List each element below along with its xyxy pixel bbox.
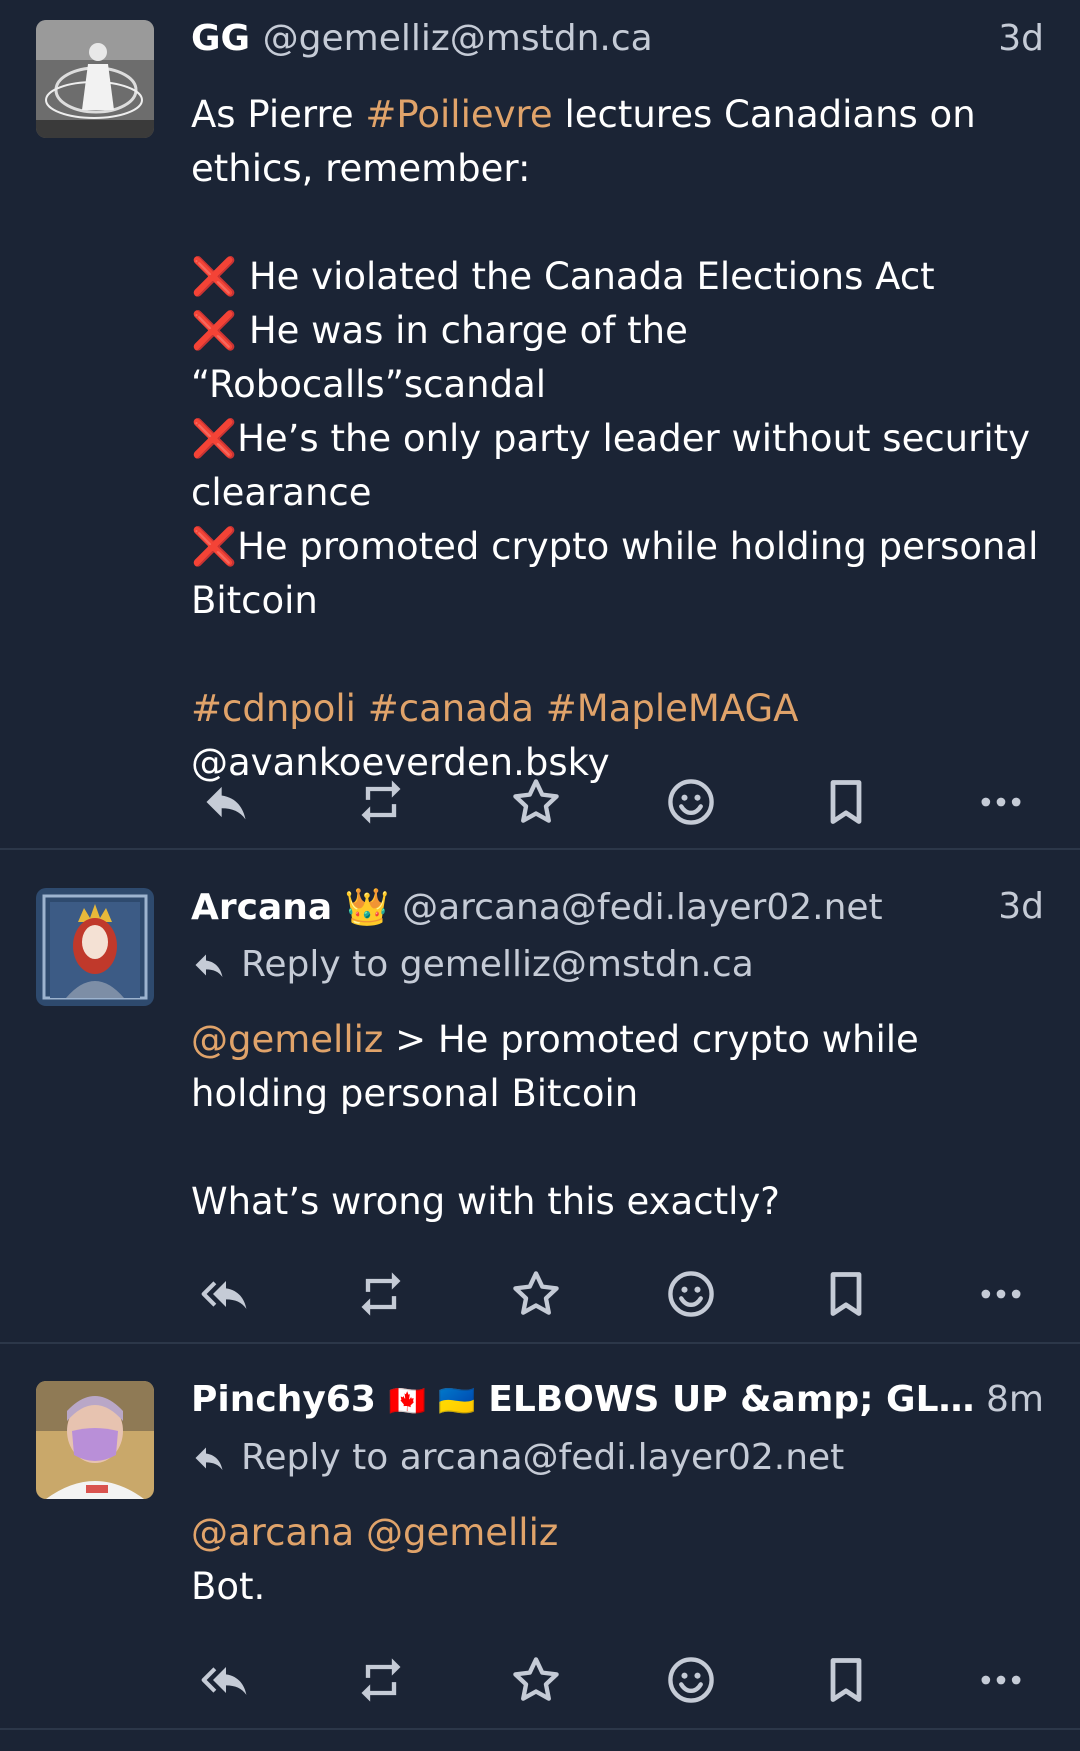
avatar-image [36, 20, 154, 138]
timestamp[interactable]: 3d [998, 18, 1044, 59]
status-actions [191, 1648, 1036, 1712]
bookmark-button[interactable] [811, 1262, 881, 1326]
avatar-image [36, 888, 154, 1006]
boost-button[interactable] [346, 1262, 416, 1326]
display-name[interactable]: Arcana 👑 @arcana@fedi.layer02.net [191, 886, 883, 928]
status-content: As Pierre #Poilievre lectures Canadians … [191, 88, 1051, 790]
content-line: ❌ He was in charge of the “Robocalls”sca… [191, 309, 688, 406]
more-button[interactable] [966, 1648, 1036, 1712]
reply-all-icon [201, 1667, 247, 1695]
status-content: @gemelliz > He promoted crypto while hol… [191, 1013, 1051, 1229]
avatar-gemelliz[interactable] [36, 20, 154, 138]
status-divider [0, 1728, 1080, 1730]
content-text: > He promoted crypto while [383, 1018, 919, 1061]
content-line: ❌He’s the only party leader without secu… [191, 417, 1031, 460]
avatar-pinchy63[interactable] [36, 1381, 154, 1499]
more-icon [981, 797, 1021, 807]
content-text: holding personal Bitcoin [191, 1072, 639, 1115]
boost-icon [361, 1658, 401, 1702]
avatar-image [36, 1381, 154, 1499]
avatar-arcana[interactable] [36, 888, 154, 1006]
emoji-react-button[interactable] [656, 1262, 726, 1326]
reply-indicator[interactable]: Reply to gemelliz@mstdn.ca [191, 944, 754, 985]
content-text: What’s wrong with this exactly? [191, 1180, 780, 1223]
favourite-icon [513, 1271, 559, 1315]
reply-icon [206, 786, 246, 820]
content-line: Bitcoin [191, 579, 318, 622]
handle: @gemelliz@mstdn.ca [262, 18, 653, 59]
emoji-react-button[interactable] [656, 770, 726, 834]
reply-all-icon [201, 1281, 247, 1309]
favourite-button[interactable] [501, 1648, 571, 1712]
content-line: ❌ He violated the Canada Elections Act [191, 255, 935, 298]
more-button[interactable] [966, 770, 1036, 834]
favourite-button[interactable] [501, 770, 571, 834]
reply-icon [195, 954, 223, 977]
content-line: clearance [191, 471, 372, 514]
reply-to-text: Reply to arcana@fedi.layer02.net [241, 1437, 845, 1478]
reply-button[interactable] [191, 770, 261, 834]
bookmark-button[interactable] [811, 1648, 881, 1712]
bookmark-icon [830, 1658, 862, 1702]
reply-indicator[interactable]: Reply to arcana@fedi.layer02.net [191, 1437, 844, 1478]
more-icon [981, 1289, 1021, 1299]
timestamp[interactable]: 8m [986, 1379, 1044, 1420]
timestamp[interactable]: 3d [998, 886, 1044, 927]
more-icon [981, 1675, 1021, 1685]
crown-emoji: 👑 [344, 887, 390, 928]
status-actions [191, 770, 1036, 834]
display-name-rest: ELBOWS UP &amp; GL… [488, 1379, 975, 1420]
content-text: lectures Canadians on [552, 93, 976, 136]
reply-all-button[interactable] [191, 1648, 261, 1712]
bookmark-icon [830, 1272, 862, 1316]
emoji-react-icon [668, 1271, 714, 1317]
status-actions [191, 1262, 1036, 1326]
mention-link[interactable]: @gemelliz [191, 1018, 383, 1061]
reply-icon [195, 1447, 223, 1470]
boost-button[interactable] [346, 770, 416, 834]
display-name-text: GG [191, 18, 251, 59]
display-name[interactable]: Pinchy63 🇨🇦 🇺🇦 ELBOWS UP &amp; GL… [191, 1379, 981, 1420]
hashtag-link[interactable]: #Poilievre [365, 93, 552, 136]
more-button[interactable] [966, 1262, 1036, 1326]
content-text: As Pierre [191, 93, 366, 136]
status-divider [0, 1342, 1080, 1344]
content-text: Bot. [191, 1565, 266, 1608]
reply-to-text: Reply to gemelliz@mstdn.ca [241, 944, 754, 985]
handle: @arcana@fedi.layer02.net [402, 887, 883, 928]
display-name-text: Pinchy63 [191, 1379, 376, 1420]
content-line: ❌He promoted crypto while holding person… [191, 525, 1039, 568]
display-name-text: Arcana [191, 887, 333, 928]
boost-icon [361, 1272, 401, 1316]
boost-icon [361, 780, 401, 824]
emoji-react-button[interactable] [656, 1648, 726, 1712]
status-content: @arcana @gemelliz Bot. [191, 1506, 1051, 1614]
bookmark-icon [830, 780, 862, 824]
bookmark-button[interactable] [811, 770, 881, 834]
reply-all-button[interactable] [191, 1262, 261, 1326]
hashtag-links[interactable]: #cdnpoli #canada #MapleMAGA [191, 682, 1051, 736]
mention-links[interactable]: @arcana @gemelliz [191, 1506, 1051, 1560]
content-text: ethics, remember: [191, 147, 531, 190]
favourite-icon [513, 1657, 559, 1701]
emoji-react-icon [668, 779, 714, 825]
favourite-icon [513, 779, 559, 823]
favourite-button[interactable] [501, 1262, 571, 1326]
status-divider [0, 848, 1080, 850]
display-name[interactable]: GG @gemelliz@mstdn.ca [191, 18, 653, 59]
emoji-react-icon [668, 1657, 714, 1703]
ukraine-flag-emoji: 🇺🇦 [438, 1384, 476, 1419]
boost-button[interactable] [346, 1648, 416, 1712]
canada-flag-emoji: 🇨🇦 [388, 1384, 426, 1419]
